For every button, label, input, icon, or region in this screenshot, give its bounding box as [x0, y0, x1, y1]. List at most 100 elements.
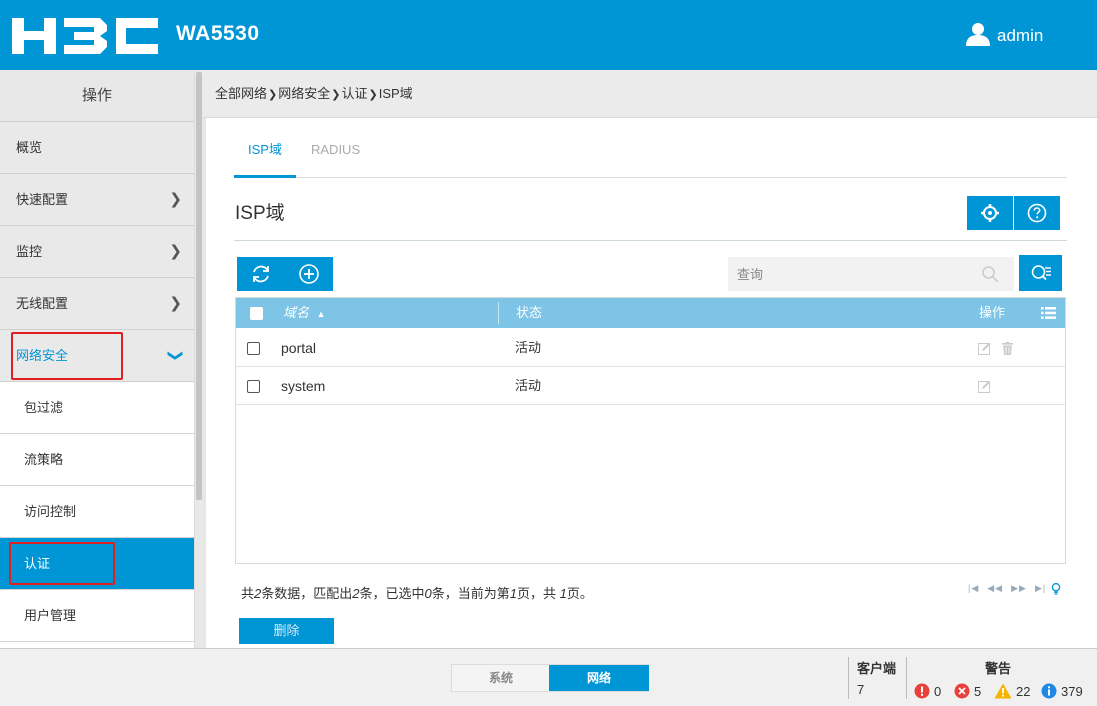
alarm-info[interactable]: 379 [1041, 682, 1083, 700]
sidebar-item-label: 无线配置 [16, 296, 69, 311]
edit-icon[interactable] [978, 380, 991, 393]
sidebar-item-label: 快速配置 [16, 192, 69, 207]
summary-text: 页。 [566, 586, 593, 601]
sidebar-title: 操作 [0, 70, 194, 122]
last-page-button[interactable]: ▶| [1035, 583, 1046, 593]
sort-asc-icon: ▲ [316, 309, 326, 319]
sidebar-item-wireless-config[interactable]: 无线配置 ❯ [0, 278, 194, 330]
row-checkbox[interactable] [247, 380, 260, 393]
summary-text: 条数据，匹配出 [261, 586, 353, 601]
lightbulb-icon[interactable] [1051, 583, 1061, 595]
sidebar-subitem-traffic-policy[interactable]: 流策略 [0, 434, 194, 486]
edit-icon[interactable] [978, 342, 991, 355]
critical-alert-icon [914, 683, 930, 699]
select-all-checkbox[interactable] [250, 307, 263, 320]
sidebar-item-network-security[interactable]: 网络安全 ❯ [0, 330, 194, 382]
mode-system-button[interactable]: 系统 [452, 665, 550, 691]
table-summary: 共2条数据，匹配出2条，已选中0条，当前为第1页，共 1页。 [241, 583, 593, 602]
sidebar-item-label: 概览 [16, 140, 43, 155]
sidebar-subitem-user-management[interactable]: 用户管理 [0, 590, 194, 642]
chevron-right-icon: ❯ [331, 89, 341, 101]
h3c-logo [12, 18, 158, 54]
mode-network-button[interactable]: 网络 [549, 665, 649, 691]
settings-button[interactable] [967, 196, 1013, 230]
chevron-right-icon: ❯ [268, 89, 278, 101]
advanced-search-button[interactable] [1019, 255, 1062, 291]
warning-icon [994, 683, 1012, 699]
tab-radius[interactable]: RADIUS [311, 132, 360, 178]
sidebar: 操作 概览 快速配置 ❯ 监控 ❯ 无线配置 ❯ 网络安全 ❯ 包过滤 流策略 访问控制… [0, 70, 195, 648]
table-row[interactable]: system 活动 [236, 367, 1065, 405]
username-link[interactable]: admin [997, 26, 1043, 46]
breadcrumb-item[interactable]: 网络安全 [278, 86, 330, 101]
info-icon [1041, 683, 1057, 699]
status-cell: 活动 [515, 340, 542, 355]
table-row[interactable]: portal 活动 [236, 329, 1065, 367]
sidebar-subitem-authentication[interactable]: 认证 [0, 538, 194, 590]
sidebar-scrollbar[interactable] [195, 70, 203, 648]
search-icon[interactable] [981, 265, 999, 283]
chevron-right-icon: ❯ [169, 191, 182, 208]
summary-text: 条，已选中 [359, 586, 425, 601]
breadcrumb-item[interactable]: 认证 [341, 86, 367, 101]
divider [848, 657, 849, 699]
summary-text: 页，共 [517, 586, 557, 601]
chevron-right-icon: ❯ [169, 295, 182, 312]
column-divider[interactable] [498, 302, 499, 324]
alarm-count: 0 [934, 683, 942, 699]
summary-text: 共 [241, 586, 255, 601]
help-icon [1027, 203, 1047, 223]
matched-count: 2 [352, 586, 360, 601]
next-page-button[interactable]: ▶▶ [1011, 583, 1027, 593]
row-checkbox[interactable] [247, 342, 260, 355]
isp-domain-table: 域名 ▲ 状态 操作 portal 活动 system 活动 [235, 297, 1066, 564]
main-scrollbar[interactable] [203, 118, 206, 648]
tab-isp-domain[interactable]: ISP域 [234, 132, 296, 178]
delete-icon[interactable] [1001, 342, 1014, 355]
column-header-name[interactable]: 域名 ▲ [283, 298, 326, 328]
delete-button[interactable]: 删除 [239, 618, 334, 644]
summary-text: 条，当前为第 [431, 586, 510, 601]
column-header-label: 域名 [283, 305, 310, 320]
sidebar-item-label: 监控 [16, 244, 43, 259]
sidebar-item-monitor[interactable]: 监控 ❯ [0, 226, 194, 278]
main-content: 全部网络❯网络安全❯认证❯ISP域 ISP域 RADIUS ISP域 域名 ▲ [203, 70, 1097, 648]
alarm-error[interactable]: 5 [954, 682, 981, 700]
alarm-count: 22 [1016, 683, 1031, 699]
chevron-down-icon: ❯ [167, 349, 185, 362]
help-button[interactable] [1014, 196, 1060, 230]
current-page: 1 [509, 586, 517, 601]
divider [234, 240, 1067, 241]
column-header-status[interactable]: 状态 [516, 298, 542, 328]
page-title: ISP域 [235, 203, 285, 224]
refresh-button[interactable] [237, 257, 285, 291]
scrollbar-thumb[interactable] [196, 72, 202, 500]
column-list-icon[interactable] [1041, 307, 1056, 319]
alarm-count: 379 [1061, 683, 1083, 699]
add-button[interactable] [285, 257, 333, 291]
pagination: |◀ ◀◀ ▶▶ ▶| [968, 583, 1054, 594]
column-header-action: 操作 [979, 305, 1006, 320]
sidebar-subitem-access-control[interactable]: 访问控制 [0, 486, 194, 538]
selected-count: 0 [424, 586, 432, 601]
prev-page-button[interactable]: ◀◀ [987, 583, 1003, 593]
clients-label: 客户端 [857, 661, 897, 676]
refresh-icon [253, 265, 269, 283]
search-input[interactable] [728, 257, 1014, 291]
clients-count[interactable]: 7 [857, 682, 864, 697]
domain-name-cell: portal [281, 340, 317, 356]
chevron-right-icon: ❯ [169, 243, 182, 260]
alarm-warning[interactable]: 22 [994, 682, 1030, 700]
alarm-critical[interactable]: 0 [914, 682, 941, 700]
first-page-button[interactable]: |◀ [968, 583, 979, 593]
sidebar-subitem-packet-filter[interactable]: 包过滤 [0, 382, 194, 434]
sidebar-item-quick-config[interactable]: 快速配置 ❯ [0, 174, 194, 226]
status-cell: 活动 [515, 378, 542, 393]
total-pages: 1 [559, 586, 567, 601]
tab-bar: ISP域 RADIUS [234, 132, 1067, 178]
plus-circle-icon [299, 264, 319, 284]
breadcrumb-item[interactable]: 全部网络 [215, 86, 267, 101]
user-icon[interactable] [966, 22, 990, 46]
sidebar-item-overview[interactable]: 概览 [0, 122, 194, 174]
gear-icon [981, 204, 999, 222]
